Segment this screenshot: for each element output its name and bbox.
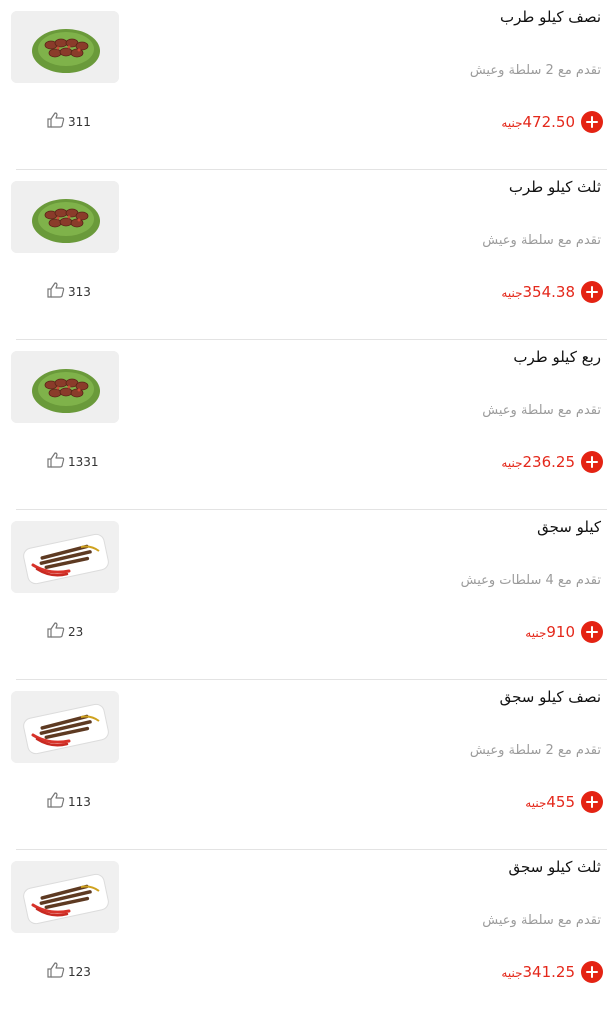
dish-image[interactable]	[11, 861, 119, 933]
dish-name: كيلو سجق	[537, 518, 601, 536]
menu-item[interactable]: نصف كيلو سجق تقدم مع 2 سلطة وعيش 455جنيه…	[0, 680, 611, 850]
dish-description: تقدم مع سلطة وعيش	[482, 403, 601, 418]
dish-price: 341.25جنيه	[501, 963, 575, 982]
dish-price: 472.50جنيه	[501, 113, 575, 132]
like-count: 123	[68, 965, 91, 979]
like-button[interactable]: 113	[46, 791, 91, 813]
menu-item[interactable]: كيلو سجق تقدم مع 4 سلطات وعيش 910جنيه 23	[0, 510, 611, 680]
dish-price: 354.38جنيه	[501, 283, 575, 302]
like-count: 313	[68, 285, 91, 299]
dish-description: تقدم مع 2 سلطة وعيش	[469, 743, 601, 758]
dish-image[interactable]	[11, 181, 119, 253]
dish-name: نصف كيلو سجق	[499, 688, 601, 706]
price-amount: 910	[546, 623, 575, 641]
price-amount: 472.50	[522, 113, 576, 131]
like-button[interactable]: 23	[46, 621, 84, 643]
price-currency: جنيه	[501, 966, 523, 980]
thumbs-up-icon	[46, 791, 66, 813]
like-count: 23	[68, 625, 84, 639]
dish-name: ثلث كيلو طرب	[508, 178, 601, 196]
like-button[interactable]: 123	[46, 961, 91, 983]
dish-price: 455جنيه	[525, 793, 575, 812]
menu-item[interactable]: ربع كيلو طرب تقدم مع سلطة وعيش 236.25جني…	[0, 340, 611, 510]
menu-list: نصف كيلو طرب تقدم مع 2 سلطة وعيش 472.50ج…	[0, 0, 611, 1020]
dish-image[interactable]	[11, 521, 119, 593]
menu-item[interactable]: نصف كيلو طرب تقدم مع 2 سلطة وعيش 472.50ج…	[0, 0, 611, 170]
dish-description: تقدم مع سلطة وعيش	[482, 913, 601, 928]
thumbs-up-icon	[46, 451, 66, 473]
like-count: 311	[68, 115, 91, 129]
dish-image[interactable]	[11, 11, 119, 83]
price-amount: 455	[546, 793, 575, 811]
thumbs-up-icon	[46, 111, 66, 133]
dish-name: نصف كيلو طرب	[500, 8, 601, 26]
add-to-cart-button[interactable]	[581, 451, 603, 473]
add-to-cart-button[interactable]	[581, 621, 603, 643]
like-count: 113	[68, 795, 91, 809]
dish-price: 236.25جنيه	[501, 453, 575, 472]
dish-image[interactable]	[11, 691, 119, 763]
thumbs-up-icon	[46, 961, 66, 983]
like-button[interactable]: 311	[46, 111, 91, 133]
add-to-cart-button[interactable]	[581, 961, 603, 983]
add-to-cart-button[interactable]	[581, 111, 603, 133]
add-to-cart-button[interactable]	[581, 791, 603, 813]
dish-image[interactable]	[11, 351, 119, 423]
price-currency: جنيه	[501, 456, 523, 470]
price-amount: 341.25	[522, 963, 576, 981]
dish-name: ربع كيلو طرب	[513, 348, 601, 366]
price-amount: 354.38	[522, 283, 576, 301]
price-currency: جنيه	[501, 116, 523, 130]
thumbs-up-icon	[46, 281, 66, 303]
thumbs-up-icon	[46, 621, 66, 643]
menu-item[interactable]: ثلث كيلو طرب تقدم مع سلطة وعيش 354.38جني…	[0, 170, 611, 340]
price-currency: جنيه	[501, 286, 523, 300]
dish-description: تقدم مع 2 سلطة وعيش	[469, 63, 601, 78]
dish-name: ثلث كيلو سجق	[508, 858, 601, 876]
dish-description: تقدم مع 4 سلطات وعيش	[460, 573, 601, 588]
like-button[interactable]: 313	[46, 281, 91, 303]
like-count: 1331	[68, 455, 99, 469]
price-currency: جنيه	[525, 796, 547, 810]
price-amount: 236.25	[522, 453, 576, 471]
dish-price: 910جنيه	[525, 623, 575, 642]
add-to-cart-button[interactable]	[581, 281, 603, 303]
dish-description: تقدم مع سلطة وعيش	[482, 233, 601, 248]
price-currency: جنيه	[525, 626, 547, 640]
like-button[interactable]: 1331	[46, 451, 99, 473]
